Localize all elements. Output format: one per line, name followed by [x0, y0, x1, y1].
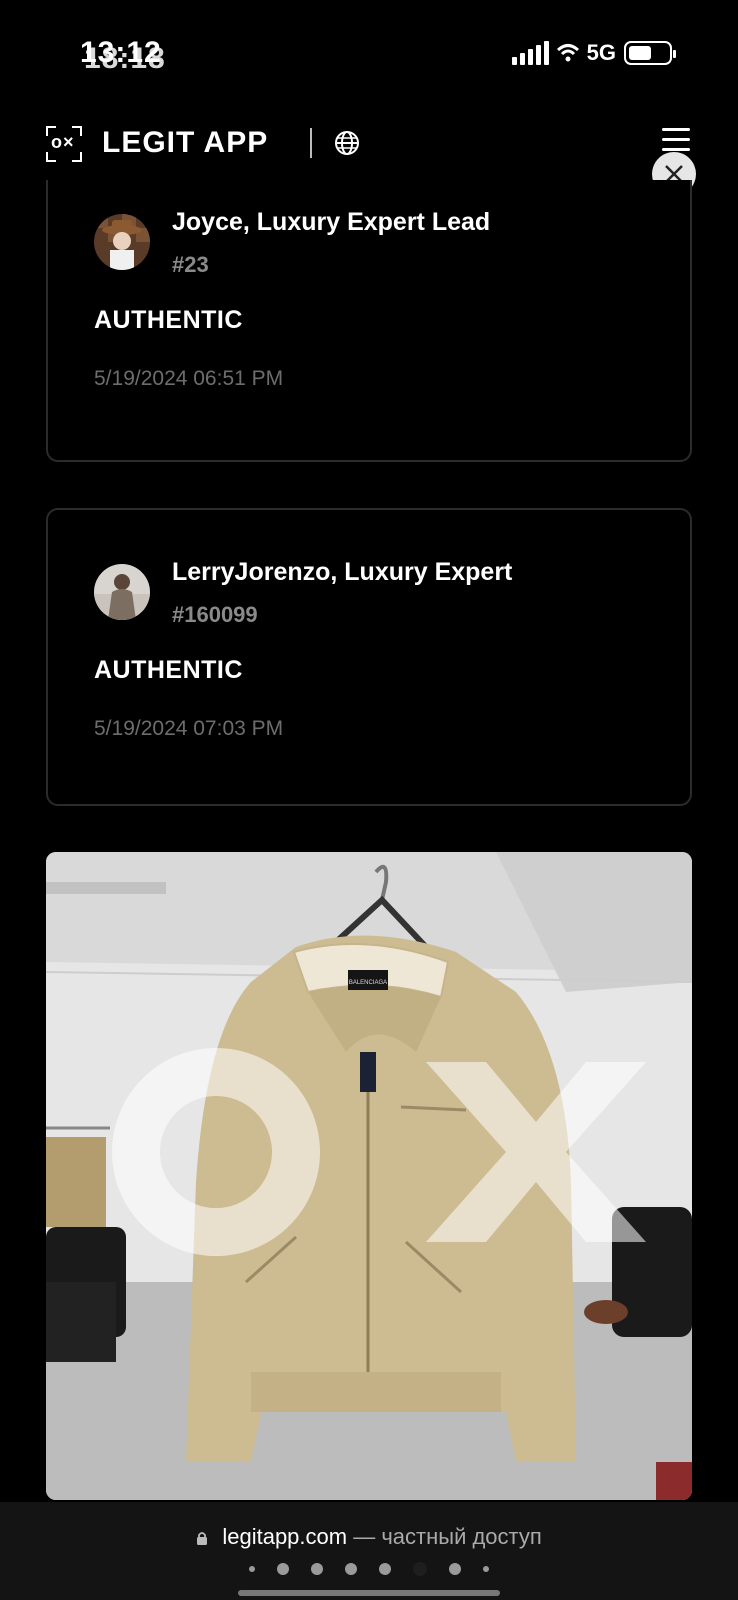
app-header: o× LEGIT APP: [0, 110, 738, 190]
logo-icon[interactable]: o×: [46, 126, 82, 162]
status-bar: 13:12 18:18 5G: [0, 0, 738, 100]
item-photo[interactable]: BALENCIAGA: [46, 852, 692, 1500]
battery-icon: [624, 41, 676, 65]
review-card: Joyce, Luxury Expert Lead #23 AUTHENTIC …: [46, 180, 692, 462]
signal-icon: [511, 41, 549, 65]
brand-tag: BALENCIAGA: [349, 980, 387, 986]
network-type: 5G: [586, 40, 616, 65]
avatar: [94, 564, 150, 620]
url-suffix: — частный доступ: [353, 1524, 542, 1549]
page-dot: [345, 1563, 357, 1575]
reviewer-id: #160099: [172, 602, 258, 627]
review-card: LerryJorenzo, Luxury Expert #160099 AUTH…: [46, 508, 692, 806]
page-dot: [277, 1563, 289, 1575]
page-dot: [483, 1566, 489, 1572]
status-time-value: 18:18: [84, 42, 166, 75]
home-indicator[interactable]: [238, 1590, 500, 1596]
reviewer-name: LerryJorenzo, Luxury Expert: [172, 558, 513, 586]
page-dot: [311, 1563, 323, 1575]
lock-icon: [197, 1532, 208, 1545]
review-timestamp: 5/19/2024 07:03 PM: [94, 717, 284, 740]
url-domain: legitapp.com: [222, 1524, 348, 1549]
url-row[interactable]: legitapp.com — частный доступ: [0, 1524, 738, 1550]
verdict-label: AUTHENTIC: [94, 306, 243, 334]
page-dot: [449, 1563, 461, 1575]
avatar: [94, 214, 150, 270]
page-dot-active: [413, 1562, 427, 1576]
globe-icon[interactable]: [334, 130, 360, 156]
reviewer-id: #23: [172, 252, 209, 277]
review-timestamp: 5/19/2024 06:51 PM: [94, 367, 284, 390]
header-divider: [310, 128, 312, 158]
menu-icon[interactable]: [662, 128, 690, 152]
page-dot: [379, 1563, 391, 1575]
status-icons: 5G: [511, 40, 676, 66]
app-title[interactable]: LEGIT APP: [102, 126, 268, 160]
wifi-icon: [556, 44, 579, 62]
logo-mark: o×: [51, 132, 75, 152]
page-dot: [249, 1566, 255, 1572]
reviewer-name: Joyce, Luxury Expert Lead: [172, 208, 491, 236]
page-dots: [0, 1562, 738, 1576]
verdict-label: AUTHENTIC: [94, 656, 243, 684]
browser-bar: legitapp.com — частный доступ: [0, 1502, 738, 1600]
